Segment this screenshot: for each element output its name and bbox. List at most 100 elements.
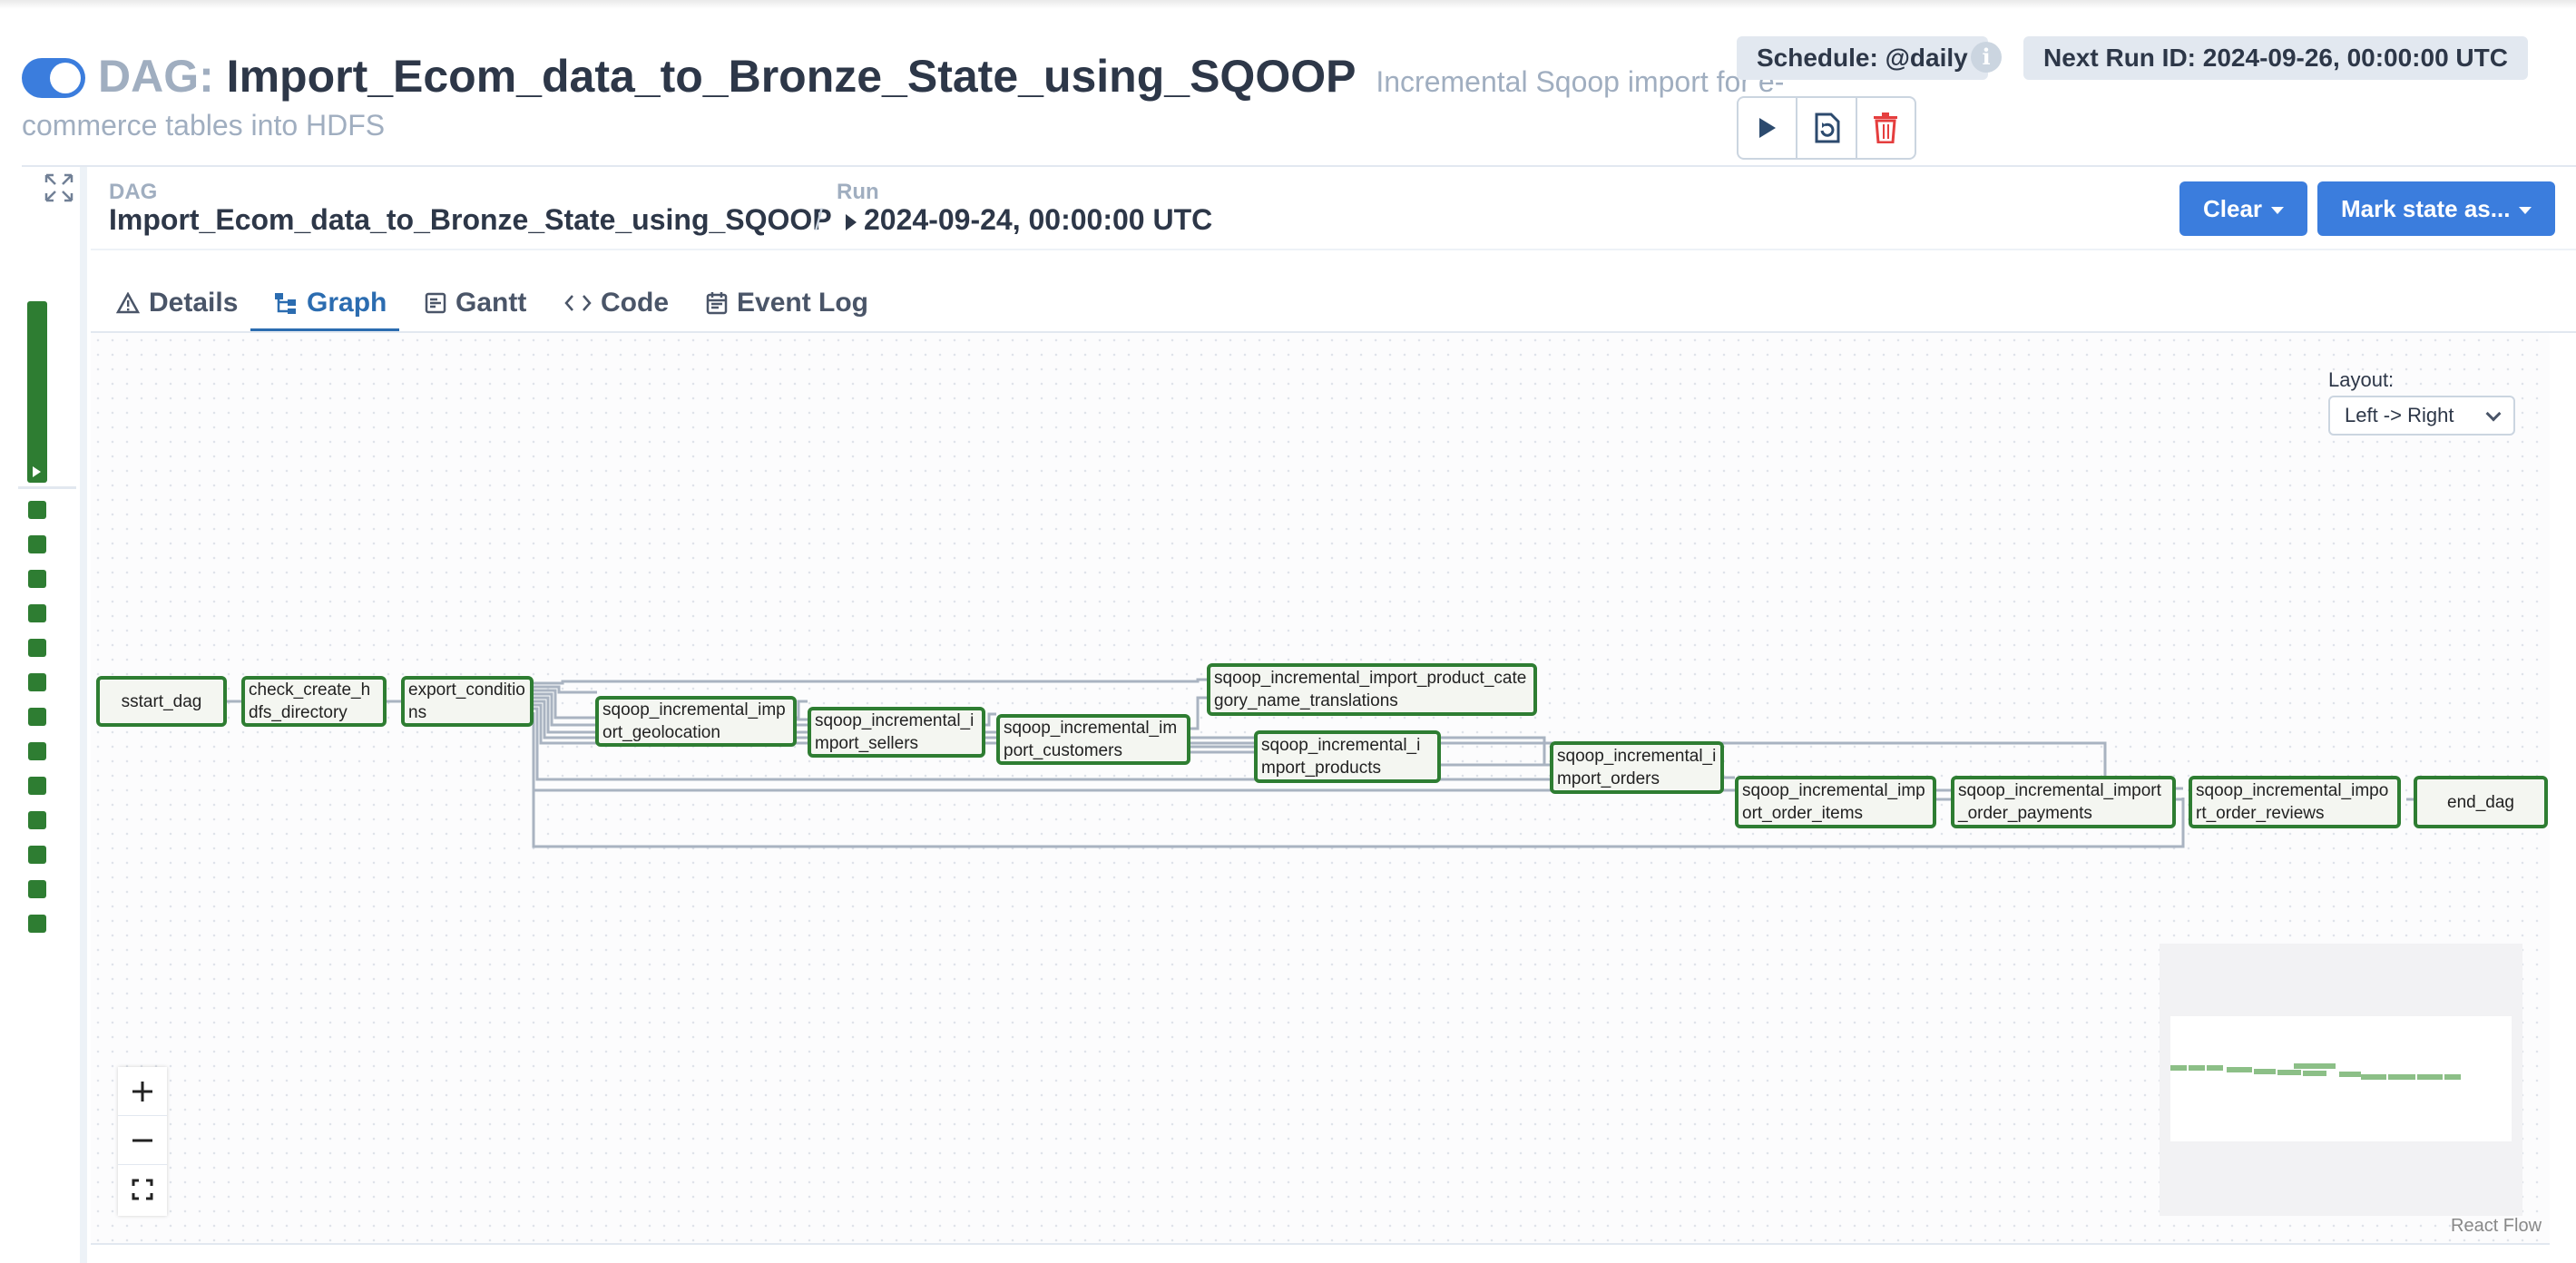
minimap-node <box>2339 1072 2361 1077</box>
tab-event-log[interactable]: Event Log <box>706 276 868 330</box>
minimap-viewport <box>2170 1016 2512 1141</box>
run-type-icon <box>846 214 857 230</box>
minimap-node <box>2417 1074 2443 1080</box>
task-node-export-conditions[interactable]: export_conditions <box>401 676 534 727</box>
minimap-node <box>2444 1074 2461 1080</box>
top-shadow <box>0 0 2576 9</box>
minimap-node <box>2254 1069 2276 1074</box>
dag-id: Import_Ecom_data_to_Bronze_State_using_S… <box>226 51 1357 102</box>
selected-run-marker <box>18 486 76 489</box>
minimap-node <box>2227 1067 2252 1072</box>
delete-dag-button[interactable] <box>1857 98 1915 158</box>
task-instance-square[interactable] <box>28 880 46 898</box>
minimap-node <box>2277 1070 2301 1075</box>
task-node-end-dag[interactable]: end_dag <box>2414 776 2548 828</box>
minimap[interactable] <box>2160 944 2522 1216</box>
minimap-node <box>2388 1074 2415 1080</box>
breadcrumb-run-link[interactable]: 2024-09-24, 00:00:00 UTC <box>864 203 1212 237</box>
breadcrumb-divider <box>91 249 2576 250</box>
task-node-sstart-dag[interactable]: sstart_dag <box>96 676 227 727</box>
layout-label: Layout: <box>2328 368 2395 391</box>
task-instance-square[interactable] <box>28 777 46 795</box>
fit-view-icon <box>132 1179 153 1200</box>
toggle-knob <box>50 63 81 93</box>
calendar-icon <box>706 292 728 315</box>
play-icon <box>1758 118 1776 138</box>
task-node-sqoop-incremental-import-order-reviews[interactable]: sqoop_incremental_import_order_reviews <box>2189 776 2401 828</box>
minimap-node <box>2189 1065 2205 1071</box>
info-icon[interactable]: i <box>1971 42 2002 73</box>
dag-action-buttons <box>1737 96 1916 160</box>
minimap-node <box>2294 1063 2336 1069</box>
task-instance-square[interactable] <box>28 570 46 588</box>
react-flow-attribution[interactable]: React Flow <box>2451 1216 2542 1237</box>
zoom-controls <box>118 1067 167 1216</box>
tab-code[interactable]: Code <box>564 276 669 330</box>
dag-label: DAG: <box>98 51 214 102</box>
task-instance-square[interactable] <box>28 604 46 622</box>
minimap-node <box>2207 1065 2223 1071</box>
mark-state-button-label: Mark state as... <box>2341 195 2511 222</box>
task-instance-square[interactable] <box>28 811 46 829</box>
chevron-down-icon <box>2485 406 2502 422</box>
canvas-bottom-border <box>91 1243 2550 1245</box>
minus-icon <box>132 1139 152 1141</box>
task-instance-square[interactable] <box>28 673 46 691</box>
task-node-sqoop-incremental-import-order-items[interactable]: sqoop_incremental_import_order_items <box>1735 776 1936 828</box>
breadcrumb-run-label: Run <box>837 180 879 204</box>
grid-border <box>80 167 87 1263</box>
graph-icon <box>275 293 296 314</box>
gantt-icon <box>425 292 446 314</box>
clear-button[interactable]: Clear <box>2179 181 2308 236</box>
dag-run-bar[interactable] <box>27 301 47 483</box>
edge-export-translations <box>534 678 1210 685</box>
zoom-out-button[interactable] <box>118 1116 167 1165</box>
tab-graph[interactable]: Graph <box>274 276 387 330</box>
header-divider <box>22 165 2576 167</box>
dag-description-continued: commerce tables into HDFS <box>22 109 386 142</box>
task-node-check-create-hdfs-directory[interactable]: check_create_hdfs_directory <box>241 676 387 727</box>
expand-icon[interactable] <box>44 172 74 203</box>
minimap-node <box>2170 1065 2187 1071</box>
layout-select-value: Left -> Right <box>2345 404 2454 426</box>
trigger-dag-button[interactable] <box>1739 98 1798 158</box>
reparse-dag-button[interactable] <box>1797 98 1857 158</box>
task-node-sqoop-incremental-import-order-payments[interactable]: sqoop_incremental_import_order_payments <box>1951 776 2176 828</box>
tab-event-log-label: Event Log <box>737 288 869 318</box>
tab-details[interactable]: Details <box>116 276 238 330</box>
tab-gantt[interactable]: Gantt <box>425 276 526 330</box>
dag-description: Incremental Sqoop import for e- <box>1376 65 1785 98</box>
task-instance-square[interactable] <box>28 708 46 726</box>
chevron-down-icon <box>2519 207 2532 215</box>
zoom-in-button[interactable] <box>118 1067 167 1116</box>
task-node-sqoop-incremental-import-orders[interactable]: sqoop_incremental_import_orders <box>1550 741 1724 794</box>
task-instance-square[interactable] <box>28 501 46 519</box>
code-icon <box>564 295 592 311</box>
minimap-node <box>2361 1074 2386 1080</box>
mark-state-button[interactable]: Mark state as... <box>2317 181 2556 236</box>
trash-icon <box>1874 113 1898 143</box>
layout-select[interactable]: Left -> Right <box>2328 396 2515 436</box>
dag-title: DAG: Import_Ecom_data_to_Bronze_State_us… <box>98 47 1784 111</box>
breadcrumb-dag-link[interactable]: Import_Ecom_data_to_Bronze_State_using_S… <box>109 203 832 237</box>
task-instance-square[interactable] <box>28 742 46 760</box>
task-node-sqoop-incremental-import-geolocation[interactable]: sqoop_incremental_import_geolocation <box>595 696 797 747</box>
tab-details-label: Details <box>149 288 239 318</box>
task-node-sqoop-incremental-import-sellers[interactable]: sqoop_incremental_import_sellers <box>808 707 985 758</box>
task-node-sqoop-incremental-import-product-category-name-translations[interactable]: sqoop_incremental_import_product_categor… <box>1207 663 1537 716</box>
breadcrumb-separator: / <box>815 203 823 236</box>
dag-pause-toggle[interactable] <box>22 58 85 98</box>
run-play-icon <box>33 466 41 477</box>
reparse-icon <box>1815 113 1840 143</box>
task-instance-square[interactable] <box>28 639 46 657</box>
next-run-badge: Next Run ID: 2024-09-26, 00:00:00 UTC <box>2023 36 2528 80</box>
clear-button-label: Clear <box>2203 195 2263 222</box>
task-node-sqoop-incremental-import-customers[interactable]: sqoop_incremental_import_customers <box>996 714 1190 765</box>
task-instance-square[interactable] <box>28 535 46 553</box>
task-node-sqoop-incremental-import-products[interactable]: sqoop_incremental_import_products <box>1254 730 1441 783</box>
tab-code-label: Code <box>601 288 669 318</box>
fit-view-button[interactable] <box>118 1165 167 1214</box>
task-instance-square[interactable] <box>28 846 46 864</box>
chevron-down-icon <box>2271 207 2285 215</box>
task-instance-square[interactable] <box>28 915 46 933</box>
